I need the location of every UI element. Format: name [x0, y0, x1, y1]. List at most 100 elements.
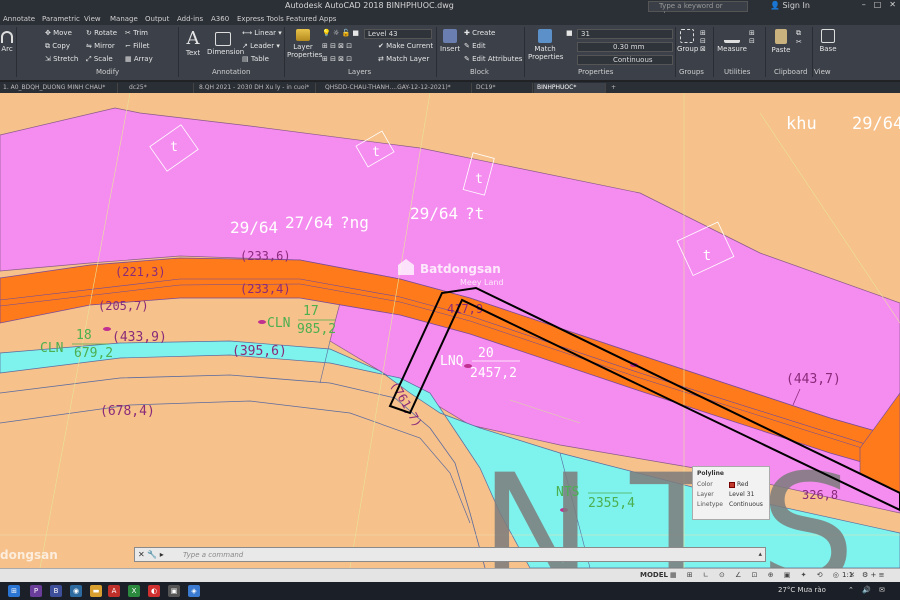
- move-button[interactable]: ✥ Move: [45, 29, 72, 37]
- file-tab[interactable]: DC19*: [473, 83, 533, 93]
- layer-tools[interactable]: ⊞ ⊟ ⊠ ⊡: [322, 42, 352, 50]
- label-cln17-area: 985,2: [297, 322, 336, 337]
- minimize-icon[interactable]: –: [862, 0, 866, 9]
- app-icon[interactable]: ▣: [168, 585, 180, 597]
- scale-button[interactable]: ⤢ Scale: [86, 55, 113, 64]
- measure-button[interactable]: Measure: [717, 29, 747, 53]
- settings-icon[interactable]: ⚙ + ≡: [862, 571, 884, 579]
- tab-manage[interactable]: Manage: [110, 15, 138, 23]
- command-input[interactable]: Type a command: [183, 551, 243, 559]
- group-button[interactable]: Group: [677, 29, 698, 53]
- close-icon[interactable]: ✕: [138, 550, 145, 559]
- rotate-button[interactable]: ↻ Rotate: [86, 29, 117, 37]
- paste-button[interactable]: Paste: [770, 29, 792, 54]
- command-line[interactable]: ✕ 🔧 ▸ Type a command ▴: [134, 547, 766, 562]
- tab-parametric[interactable]: Parametric: [42, 15, 80, 23]
- sign-in-button[interactable]: 👤 Sign In: [770, 1, 810, 10]
- fillet-button[interactable]: ⌐ Fillet: [125, 42, 150, 50]
- tab-a360[interactable]: A360: [211, 15, 229, 23]
- file-tab[interactable]: QHSDD-CHAU-THANH....GAY-12-12-2021)*: [322, 83, 472, 93]
- arc-button[interactable]: Arc: [0, 31, 14, 53]
- clipboard-tools[interactable]: ⧉ ✂: [796, 29, 802, 46]
- make-current-icon: ✔: [378, 42, 384, 50]
- tab-add-ins[interactable]: Add-ins: [177, 15, 203, 23]
- leader-dropdown[interactable]: ↗ Leader ▾: [242, 42, 280, 50]
- chevron-down-icon[interactable]: ▴: [758, 550, 762, 558]
- copy-button[interactable]: ⧉ Copy: [45, 42, 70, 51]
- stretch-button[interactable]: ⇲ Stretch: [45, 55, 78, 63]
- layer-dropdown[interactable]: Level 43: [364, 29, 432, 39]
- linear-dropdown[interactable]: ⟷ Linear ▾: [242, 29, 282, 37]
- search-input[interactable]: Type a keyword or phrase: [648, 1, 748, 19]
- wrench-icon[interactable]: 🔧: [147, 550, 157, 559]
- dimension-button[interactable]: Dimension: [207, 29, 244, 56]
- lineweight-dropdown[interactable]: 0.30 mm: [577, 42, 673, 52]
- close-icon[interactable]: ✕: [889, 0, 896, 9]
- color-dropdown[interactable]: 31: [577, 29, 673, 39]
- make-current-button[interactable]: ✔ Make Current: [378, 42, 433, 50]
- edit-block-button[interactable]: ✎ Edit: [464, 42, 486, 50]
- new-tab-icon[interactable]: +: [608, 83, 622, 93]
- group-tools[interactable]: ⊞ ⊟ ⊠: [700, 29, 706, 53]
- layers-panel-title[interactable]: Layers: [348, 68, 371, 76]
- copy-label: Copy: [52, 42, 70, 50]
- layer-state-icons[interactable]: 💡 ☼ 🔓 ■: [322, 29, 359, 37]
- label-205: (205,7): [98, 299, 149, 313]
- quick-properties-tooltip: Polyline Color Red Layer Level 31 Linety…: [692, 466, 770, 520]
- weather-widget[interactable]: 27°C Mưa rào: [778, 586, 826, 594]
- app-icon[interactable]: P: [30, 585, 42, 597]
- app-icon[interactable]: X: [128, 585, 140, 597]
- annotation-scale[interactable]: 1:1: [842, 571, 853, 579]
- edit-attributes-button[interactable]: ✎ Edit Attributes: [464, 55, 522, 63]
- clipboard-panel-title[interactable]: Clipboard: [774, 68, 807, 76]
- insert-button[interactable]: Insert: [440, 29, 460, 53]
- start-icon[interactable]: ⊞: [8, 585, 20, 597]
- tab-annotate[interactable]: Annotate: [3, 15, 35, 23]
- title-bar: Autodesk AutoCAD 2018 BINHPHUOC.dwg ⌕ Ty…: [0, 0, 900, 19]
- model-space-button[interactable]: MODEL: [640, 571, 668, 579]
- match-layer-button[interactable]: ⇄ Match Layer: [378, 55, 429, 63]
- tab-featured-apps[interactable]: Featured Apps: [286, 15, 336, 23]
- status-toggles[interactable]: ▦ ⊞ ∟ ⊙ ∠ ⊡ ⊕ ▣ ✦ ⟲ ◎ ✕: [670, 571, 859, 579]
- file-tab[interactable]: dc25*: [126, 83, 194, 93]
- autocad-icon[interactable]: A: [108, 585, 120, 597]
- trim-button[interactable]: ✂ Trim: [125, 29, 148, 37]
- utilities-tools[interactable]: ⊞ ⊟: [749, 29, 755, 45]
- app-icon[interactable]: ◐: [148, 585, 160, 597]
- annotation-panel-title[interactable]: Annotation: [212, 68, 250, 76]
- stretch-icon: ⇲: [45, 55, 51, 63]
- block-panel-title[interactable]: Block: [470, 68, 489, 76]
- app-icon[interactable]: ◉: [70, 585, 82, 597]
- match-properties-button[interactable]: Match Properties: [528, 29, 563, 61]
- tab-output[interactable]: Output: [145, 15, 169, 23]
- create-block-button[interactable]: ✚ Create: [464, 29, 495, 37]
- app-icon[interactable]: B: [50, 585, 62, 597]
- array-button[interactable]: ▦ Array: [125, 55, 153, 63]
- layer-tools-2[interactable]: ⊞ ⊟ ⊠ ⊡: [322, 55, 352, 63]
- file-tab-active[interactable]: BINHPHUOC*: [534, 83, 606, 93]
- file-tab[interactable]: 1. A0_BDQH_DUONG MINH CHAU*: [0, 83, 118, 93]
- text-button[interactable]: A Text: [183, 29, 203, 58]
- mirror-button[interactable]: ⇋ Mirror: [86, 42, 115, 50]
- maximize-icon[interactable]: □: [874, 0, 882, 9]
- folder-icon[interactable]: ▬: [90, 585, 102, 597]
- modify-panel-title[interactable]: Modify: [96, 68, 119, 76]
- layer-properties-button[interactable]: Layer Properties: [287, 29, 323, 59]
- utilities-panel-title[interactable]: Utilities: [724, 68, 750, 76]
- fillet-label: Fillet: [133, 42, 150, 50]
- layer-properties-label: Layer Properties: [287, 43, 323, 59]
- linetype-dropdown[interactable]: Continuous: [577, 55, 673, 65]
- view-panel-title[interactable]: View: [814, 68, 831, 76]
- app-icon[interactable]: ◈: [188, 585, 200, 597]
- label-lnq: LNQ: [440, 354, 464, 369]
- file-tab[interactable]: 8.QH 2021 - 2030 DH Xu ly - in cuoi*: [196, 83, 316, 93]
- table-button[interactable]: ▤ Table: [242, 55, 269, 63]
- rotate-icon: ↻: [86, 29, 92, 37]
- tab-view[interactable]: View: [84, 15, 101, 23]
- groups-panel-title[interactable]: Groups: [679, 68, 704, 76]
- properties-panel-title[interactable]: Properties: [578, 68, 613, 76]
- base-label: Base: [819, 45, 837, 53]
- base-button[interactable]: Base: [818, 29, 838, 53]
- tab-express-tools[interactable]: Express Tools: [237, 15, 284, 23]
- system-tray[interactable]: ⌃ 🔊 ✉: [848, 586, 888, 594]
